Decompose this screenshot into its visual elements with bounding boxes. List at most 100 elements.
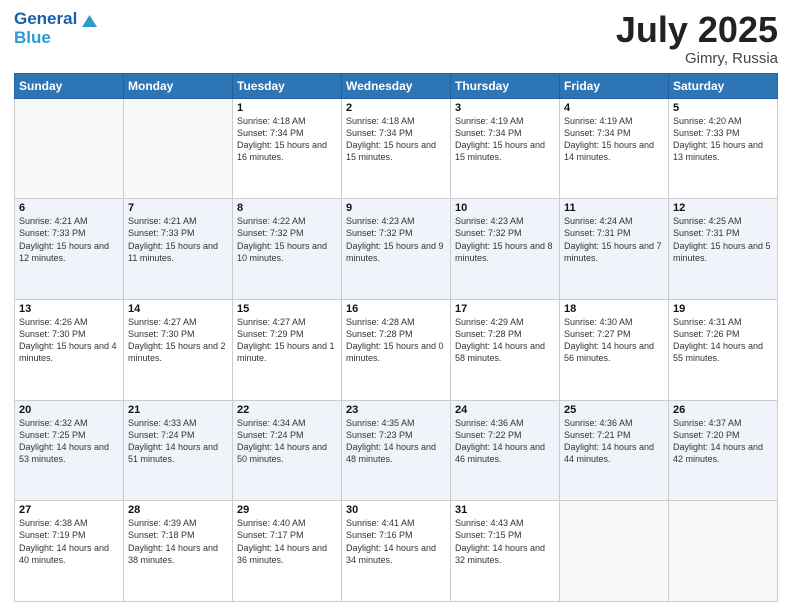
day-details: Sunrise: 4:21 AMSunset: 7:33 PMDaylight:…: [128, 215, 228, 264]
calendar-cell: 17Sunrise: 4:29 AMSunset: 7:28 PMDayligh…: [451, 299, 560, 400]
day-details: Sunrise: 4:29 AMSunset: 7:28 PMDaylight:…: [455, 316, 555, 365]
day-details: Sunrise: 4:23 AMSunset: 7:32 PMDaylight:…: [455, 215, 555, 264]
day-number: 24: [455, 404, 555, 416]
day-number: 7: [128, 202, 228, 214]
day-number: 10: [455, 202, 555, 214]
day-number: 6: [19, 202, 119, 214]
calendar-cell: 15Sunrise: 4:27 AMSunset: 7:29 PMDayligh…: [233, 299, 342, 400]
calendar-cell: 21Sunrise: 4:33 AMSunset: 7:24 PMDayligh…: [124, 400, 233, 501]
calendar-cell: 7Sunrise: 4:21 AMSunset: 7:33 PMDaylight…: [124, 199, 233, 300]
title-block: July 2025 Gimry, Russia: [616, 10, 778, 67]
day-number: 12: [673, 202, 773, 214]
day-details: Sunrise: 4:36 AMSunset: 7:21 PMDaylight:…: [564, 417, 664, 466]
calendar-day-header: Tuesday: [233, 73, 342, 98]
calendar-cell: 6Sunrise: 4:21 AMSunset: 7:33 PMDaylight…: [15, 199, 124, 300]
day-number: 22: [237, 404, 337, 416]
calendar-cell: 5Sunrise: 4:20 AMSunset: 7:33 PMDaylight…: [669, 98, 778, 199]
day-details: Sunrise: 4:39 AMSunset: 7:18 PMDaylight:…: [128, 517, 228, 566]
day-number: 23: [346, 404, 446, 416]
day-details: Sunrise: 4:22 AMSunset: 7:32 PMDaylight:…: [237, 215, 337, 264]
calendar-header-row: SundayMondayTuesdayWednesdayThursdayFrid…: [15, 73, 778, 98]
day-number: 29: [237, 504, 337, 516]
day-details: Sunrise: 4:18 AMSunset: 7:34 PMDaylight:…: [346, 115, 446, 164]
day-number: 2: [346, 102, 446, 114]
day-number: 16: [346, 303, 446, 315]
calendar-cell: 27Sunrise: 4:38 AMSunset: 7:19 PMDayligh…: [15, 501, 124, 602]
calendar-cell: 8Sunrise: 4:22 AMSunset: 7:32 PMDaylight…: [233, 199, 342, 300]
calendar-cell: 9Sunrise: 4:23 AMSunset: 7:32 PMDaylight…: [342, 199, 451, 300]
logo-text: General Blue: [14, 10, 77, 47]
day-details: Sunrise: 4:40 AMSunset: 7:17 PMDaylight:…: [237, 517, 337, 566]
calendar-cell: 22Sunrise: 4:34 AMSunset: 7:24 PMDayligh…: [233, 400, 342, 501]
day-number: 30: [346, 504, 446, 516]
day-details: Sunrise: 4:26 AMSunset: 7:30 PMDaylight:…: [19, 316, 119, 365]
day-details: Sunrise: 4:28 AMSunset: 7:28 PMDaylight:…: [346, 316, 446, 365]
day-number: 14: [128, 303, 228, 315]
day-details: Sunrise: 4:19 AMSunset: 7:34 PMDaylight:…: [455, 115, 555, 164]
calendar-cell: 4Sunrise: 4:19 AMSunset: 7:34 PMDaylight…: [560, 98, 669, 199]
calendar-cell: 11Sunrise: 4:24 AMSunset: 7:31 PMDayligh…: [560, 199, 669, 300]
calendar-cell: 26Sunrise: 4:37 AMSunset: 7:20 PMDayligh…: [669, 400, 778, 501]
calendar-cell: 20Sunrise: 4:32 AMSunset: 7:25 PMDayligh…: [15, 400, 124, 501]
day-details: Sunrise: 4:43 AMSunset: 7:15 PMDaylight:…: [455, 517, 555, 566]
calendar-day-header: Friday: [560, 73, 669, 98]
month-title: July 2025: [616, 10, 778, 50]
calendar-cell: [669, 501, 778, 602]
calendar-cell: 18Sunrise: 4:30 AMSunset: 7:27 PMDayligh…: [560, 299, 669, 400]
day-number: 18: [564, 303, 664, 315]
calendar-cell: 29Sunrise: 4:40 AMSunset: 7:17 PMDayligh…: [233, 501, 342, 602]
day-details: Sunrise: 4:30 AMSunset: 7:27 PMDaylight:…: [564, 316, 664, 365]
logo: General Blue: [14, 10, 97, 47]
calendar-cell: 31Sunrise: 4:43 AMSunset: 7:15 PMDayligh…: [451, 501, 560, 602]
calendar-day-header: Monday: [124, 73, 233, 98]
calendar-cell: 1Sunrise: 4:18 AMSunset: 7:34 PMDaylight…: [233, 98, 342, 199]
day-details: Sunrise: 4:23 AMSunset: 7:32 PMDaylight:…: [346, 215, 446, 264]
calendar-day-header: Thursday: [451, 73, 560, 98]
calendar-week-row: 13Sunrise: 4:26 AMSunset: 7:30 PMDayligh…: [15, 299, 778, 400]
day-number: 26: [673, 404, 773, 416]
day-details: Sunrise: 4:27 AMSunset: 7:29 PMDaylight:…: [237, 316, 337, 365]
day-number: 17: [455, 303, 555, 315]
day-details: Sunrise: 4:32 AMSunset: 7:25 PMDaylight:…: [19, 417, 119, 466]
calendar-cell: 13Sunrise: 4:26 AMSunset: 7:30 PMDayligh…: [15, 299, 124, 400]
calendar-cell: 2Sunrise: 4:18 AMSunset: 7:34 PMDaylight…: [342, 98, 451, 199]
calendar-cell: 25Sunrise: 4:36 AMSunset: 7:21 PMDayligh…: [560, 400, 669, 501]
day-number: 31: [455, 504, 555, 516]
day-number: 13: [19, 303, 119, 315]
day-details: Sunrise: 4:36 AMSunset: 7:22 PMDaylight:…: [455, 417, 555, 466]
calendar-cell: 12Sunrise: 4:25 AMSunset: 7:31 PMDayligh…: [669, 199, 778, 300]
day-details: Sunrise: 4:25 AMSunset: 7:31 PMDaylight:…: [673, 215, 773, 264]
day-number: 25: [564, 404, 664, 416]
logo-icon: [79, 12, 97, 30]
day-details: Sunrise: 4:27 AMSunset: 7:30 PMDaylight:…: [128, 316, 228, 365]
calendar-cell: 30Sunrise: 4:41 AMSunset: 7:16 PMDayligh…: [342, 501, 451, 602]
day-details: Sunrise: 4:31 AMSunset: 7:26 PMDaylight:…: [673, 316, 773, 365]
calendar-cell: 24Sunrise: 4:36 AMSunset: 7:22 PMDayligh…: [451, 400, 560, 501]
day-number: 19: [673, 303, 773, 315]
calendar-cell: 16Sunrise: 4:28 AMSunset: 7:28 PMDayligh…: [342, 299, 451, 400]
day-details: Sunrise: 4:24 AMSunset: 7:31 PMDaylight:…: [564, 215, 664, 264]
header: General Blue July 2025 Gimry, Russia: [14, 10, 778, 67]
day-details: Sunrise: 4:37 AMSunset: 7:20 PMDaylight:…: [673, 417, 773, 466]
day-number: 8: [237, 202, 337, 214]
calendar-cell: 10Sunrise: 4:23 AMSunset: 7:32 PMDayligh…: [451, 199, 560, 300]
calendar-week-row: 6Sunrise: 4:21 AMSunset: 7:33 PMDaylight…: [15, 199, 778, 300]
day-details: Sunrise: 4:19 AMSunset: 7:34 PMDaylight:…: [564, 115, 664, 164]
calendar-day-header: Sunday: [15, 73, 124, 98]
day-details: Sunrise: 4:38 AMSunset: 7:19 PMDaylight:…: [19, 517, 119, 566]
day-number: 21: [128, 404, 228, 416]
location: Gimry, Russia: [616, 50, 778, 67]
day-details: Sunrise: 4:20 AMSunset: 7:33 PMDaylight:…: [673, 115, 773, 164]
day-number: 1: [237, 102, 337, 114]
day-details: Sunrise: 4:33 AMSunset: 7:24 PMDaylight:…: [128, 417, 228, 466]
calendar-cell: 19Sunrise: 4:31 AMSunset: 7:26 PMDayligh…: [669, 299, 778, 400]
calendar-cell: 3Sunrise: 4:19 AMSunset: 7:34 PMDaylight…: [451, 98, 560, 199]
day-number: 4: [564, 102, 664, 114]
day-details: Sunrise: 4:21 AMSunset: 7:33 PMDaylight:…: [19, 215, 119, 264]
day-number: 5: [673, 102, 773, 114]
day-details: Sunrise: 4:35 AMSunset: 7:23 PMDaylight:…: [346, 417, 446, 466]
calendar-cell: 28Sunrise: 4:39 AMSunset: 7:18 PMDayligh…: [124, 501, 233, 602]
day-number: 15: [237, 303, 337, 315]
calendar-cell: [15, 98, 124, 199]
page: General Blue July 2025 Gimry, Russia Sun…: [0, 0, 792, 612]
